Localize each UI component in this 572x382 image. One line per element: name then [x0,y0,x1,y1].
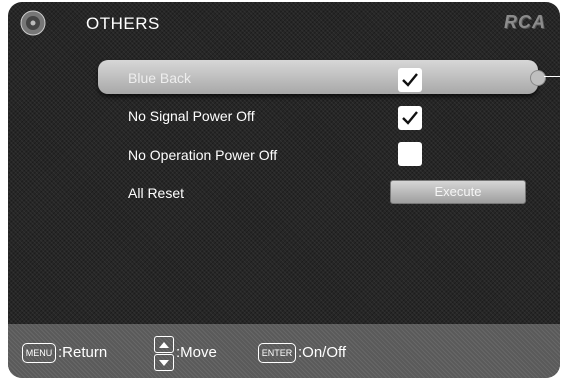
down-arrow-icon [154,354,174,371]
no-signal-power-off-checkbox[interactable] [398,106,422,130]
blue-back-checkbox[interactable] [398,68,422,92]
callout-line [544,76,560,77]
brand-logo: RCA [504,12,546,32]
row-label[interactable]: All Reset [128,185,184,201]
footer-help-bar: MENU :Return :Move ENTER :On/Off [8,324,560,378]
return-hint: :Return [58,344,108,361]
settings-disc-icon [20,10,46,36]
on-off-hint: :On/Off [298,344,347,361]
execute-button[interactable]: Execute [390,180,526,204]
page-title: OTHERS [86,14,160,33]
menu-key-icon: MENU [22,343,56,363]
check-icon [402,111,418,125]
row-label[interactable]: No Signal Power Off [128,108,255,124]
row-label: Blue Back [128,70,192,86]
tv-menu-screen: OTHERS RCA Blue Back No Signal Power Off… [8,2,560,378]
move-hint: :Move [176,344,217,361]
no-operation-power-off-checkbox[interactable] [398,142,422,166]
check-icon [402,73,418,87]
selection-knob [530,70,546,86]
up-arrow-icon [154,336,174,353]
menu-row-blue-back[interactable]: Blue Back [98,60,538,94]
row-label[interactable]: No Operation Power Off [128,147,277,163]
enter-key-icon: ENTER [258,343,296,363]
